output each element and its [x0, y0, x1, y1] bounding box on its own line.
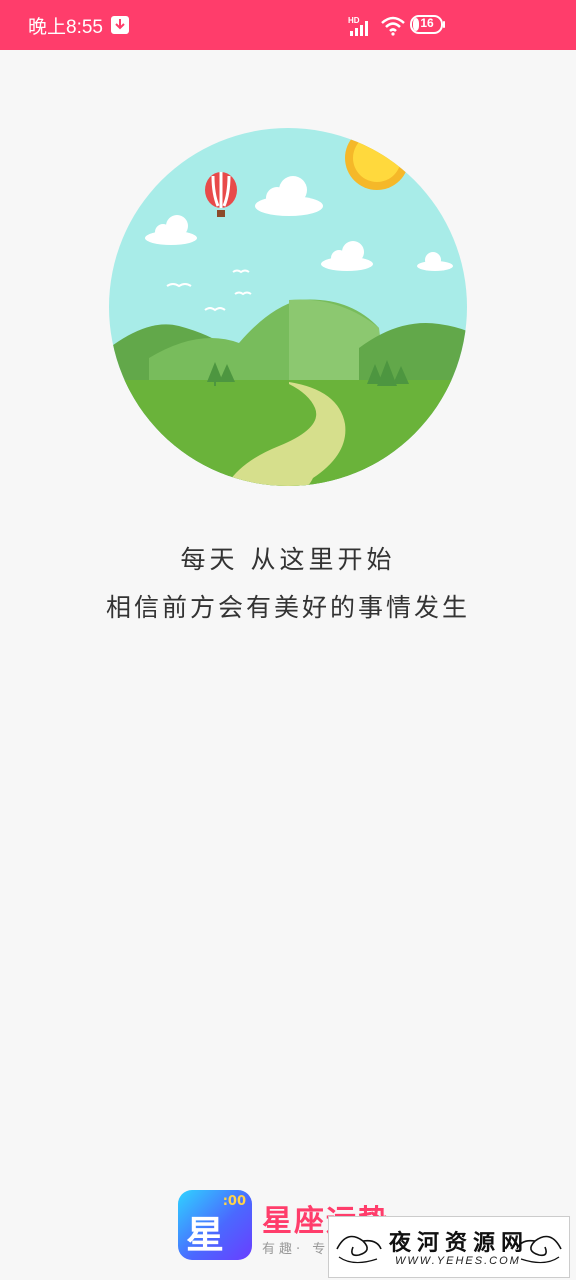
- slogan-line-1: 每天 从这里开始: [180, 545, 396, 574]
- watermark-title: 夜河资源网: [389, 1230, 530, 1256]
- download-notification-icon: [111, 16, 129, 34]
- slogan-line-2: 相信前方会有美好的事情发生: [105, 593, 470, 622]
- flourish-left-icon: [336, 1235, 382, 1264]
- watermark: 夜河资源网 WWW.YEHES.COM: [328, 1216, 570, 1278]
- status-bar: 晚上8:55 HD 16: [0, 0, 576, 50]
- watermark-url: WWW.YEHES.COM: [395, 1255, 521, 1267]
- status-time: 晚上8:55: [28, 17, 103, 38]
- sun-icon: [345, 128, 409, 190]
- wifi-icon: [381, 16, 405, 36]
- app-logo: :00 星座: [178, 1190, 252, 1260]
- hd-label: HD: [348, 16, 360, 25]
- landscape-illustration: [109, 128, 467, 486]
- battery-level: 16: [420, 16, 434, 30]
- flourish-right-icon: [516, 1235, 562, 1264]
- logo-text: 星座: [186, 1213, 225, 1257]
- signal-icon: HD: [348, 16, 368, 36]
